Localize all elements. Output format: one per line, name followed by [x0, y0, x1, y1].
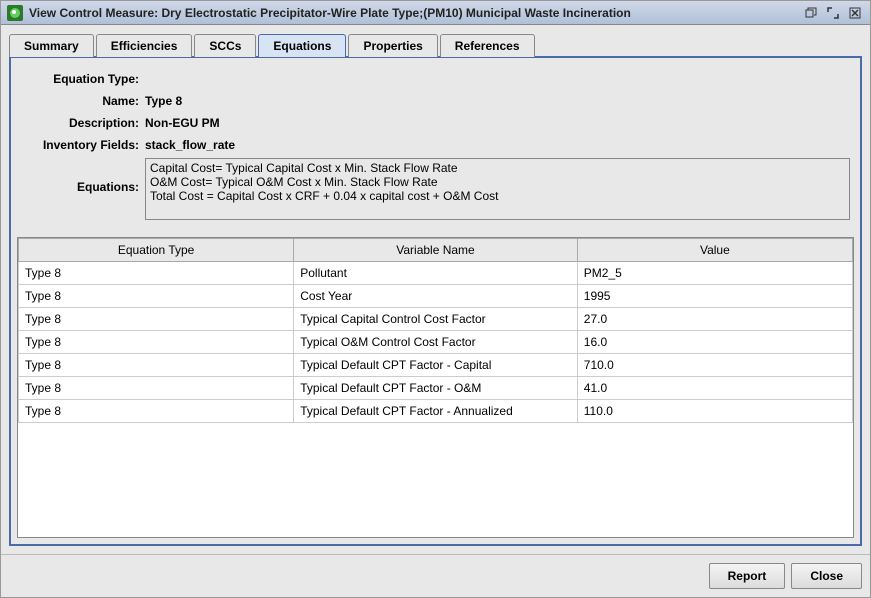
cell-value: 16.0: [577, 331, 852, 354]
form-area: Equation Type: Name: Type 8 Description:…: [17, 64, 854, 233]
button-bar: Report Close: [1, 554, 870, 597]
inventory-fields-value: stack_flow_rate: [145, 136, 235, 152]
tab-summary[interactable]: Summary: [9, 34, 94, 57]
window-title: View Control Measure: Dry Electrostatic …: [29, 6, 796, 20]
cell-eq_type: Type 8: [19, 354, 294, 377]
description-value: Non-EGU PM: [145, 114, 220, 130]
equations-textarea[interactable]: [145, 158, 850, 220]
cell-value: 1995: [577, 285, 852, 308]
equation-type-label: Equation Type:: [21, 70, 145, 86]
table-row[interactable]: Type 8Typical O&M Control Cost Factor16.…: [19, 331, 853, 354]
window-frame: View Control Measure: Dry Electrostatic …: [0, 0, 871, 598]
restore-icon[interactable]: [802, 5, 820, 21]
app-icon: [7, 5, 23, 21]
tab-sccs[interactable]: SCCs: [194, 34, 256, 57]
name-label: Name:: [21, 92, 145, 108]
cell-var_name: Typical Default CPT Factor - Annualized: [294, 400, 578, 423]
tab-references[interactable]: References: [440, 34, 535, 57]
cell-eq_type: Type 8: [19, 262, 294, 285]
description-label: Description:: [21, 114, 145, 130]
table-empty-area: [18, 423, 853, 537]
cell-eq_type: Type 8: [19, 308, 294, 331]
tab-content: Equation Type: Name: Type 8 Description:…: [9, 56, 862, 546]
cell-eq_type: Type 8: [19, 377, 294, 400]
titlebar-buttons: [802, 5, 864, 21]
cell-value: PM2_5: [577, 262, 852, 285]
tab-equations[interactable]: Equations: [258, 34, 346, 57]
variables-table: Equation Type Variable Name Value Type 8…: [18, 238, 853, 423]
cell-var_name: Typical Capital Control Cost Factor: [294, 308, 578, 331]
cell-value: 41.0: [577, 377, 852, 400]
col-equation-type[interactable]: Equation Type: [19, 239, 294, 262]
close-icon[interactable]: [846, 5, 864, 21]
inventory-fields-label: Inventory Fields:: [21, 136, 145, 152]
name-value: Type 8: [145, 92, 182, 108]
close-button[interactable]: Close: [791, 563, 862, 589]
table-row[interactable]: Type 8Typical Capital Control Cost Facto…: [19, 308, 853, 331]
table-row[interactable]: Type 8Typical Default CPT Factor - Capit…: [19, 354, 853, 377]
table-row[interactable]: Type 8PollutantPM2_5: [19, 262, 853, 285]
cell-var_name: Typical O&M Control Cost Factor: [294, 331, 578, 354]
cell-var_name: Typical Default CPT Factor - Capital: [294, 354, 578, 377]
titlebar: View Control Measure: Dry Electrostatic …: [1, 1, 870, 25]
equations-label: Equations:: [21, 158, 145, 194]
tab-properties[interactable]: Properties: [348, 34, 437, 57]
cell-value: 710.0: [577, 354, 852, 377]
col-value[interactable]: Value: [577, 239, 852, 262]
tab-strip: Summary Efficiencies SCCs Equations Prop…: [1, 25, 870, 56]
cell-var_name: Pollutant: [294, 262, 578, 285]
report-button[interactable]: Report: [709, 563, 786, 589]
cell-value: 27.0: [577, 308, 852, 331]
table-row[interactable]: Type 8Typical Default CPT Factor - O&M41…: [19, 377, 853, 400]
cell-eq_type: Type 8: [19, 400, 294, 423]
cell-value: 110.0: [577, 400, 852, 423]
table-row[interactable]: Type 8Typical Default CPT Factor - Annua…: [19, 400, 853, 423]
cell-var_name: Cost Year: [294, 285, 578, 308]
variables-table-container: Equation Type Variable Name Value Type 8…: [17, 237, 854, 538]
equations-box: [145, 158, 850, 223]
col-variable-name[interactable]: Variable Name: [294, 239, 578, 262]
cell-eq_type: Type 8: [19, 331, 294, 354]
tab-efficiencies[interactable]: Efficiencies: [96, 34, 193, 57]
cell-eq_type: Type 8: [19, 285, 294, 308]
table-row[interactable]: Type 8Cost Year1995: [19, 285, 853, 308]
cell-var_name: Typical Default CPT Factor - O&M: [294, 377, 578, 400]
maximize-icon[interactable]: [824, 5, 842, 21]
